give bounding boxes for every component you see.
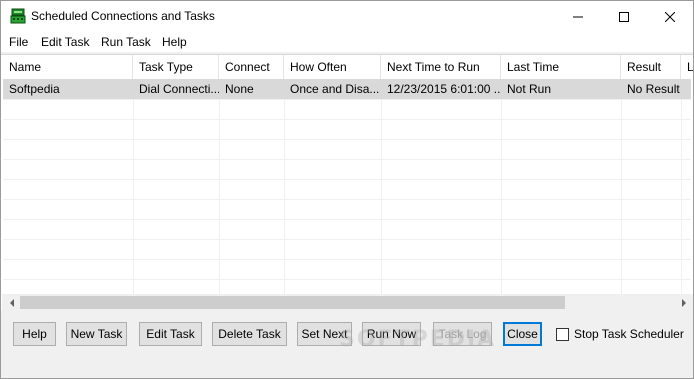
close-window-button[interactable] xyxy=(647,1,693,32)
close-icon xyxy=(665,11,675,22)
scroll-left-button[interactable] xyxy=(3,294,20,311)
grid-divider xyxy=(3,159,691,160)
grid-divider xyxy=(3,259,691,260)
grid-divider xyxy=(681,79,682,311)
grid-divider xyxy=(284,79,285,311)
minimize-button[interactable] xyxy=(555,1,601,32)
grid-divider xyxy=(3,99,691,100)
cell-last-time: Not Run xyxy=(507,82,552,96)
maximize-button[interactable] xyxy=(601,1,647,32)
horizontal-scrollbar[interactable] xyxy=(2,294,693,311)
grid-divider xyxy=(501,79,502,311)
close-button[interactable]: Close xyxy=(503,322,542,346)
cell-task-type: Dial Connecti... xyxy=(139,82,219,96)
menu-help[interactable]: Help xyxy=(162,35,187,49)
grid-divider xyxy=(621,79,622,311)
menu-bar: File Edit Task Run Task Help xyxy=(1,32,693,52)
cell-connect: None xyxy=(225,82,254,96)
menu-run-task[interactable]: Run Task xyxy=(101,35,151,49)
maximize-icon xyxy=(619,11,629,22)
help-button[interactable]: Help xyxy=(13,322,56,346)
task-list[interactable]: Name Task Type Connect How Often Next Ti… xyxy=(1,54,693,311)
grid-divider xyxy=(3,199,691,200)
chevron-right-icon xyxy=(681,298,686,307)
grid-divider xyxy=(219,79,220,311)
stop-task-scheduler-checkbox[interactable] xyxy=(556,327,569,341)
stop-task-scheduler-option[interactable]: Stop Task Scheduler xyxy=(556,327,684,341)
title-bar[interactable]: Scheduled Connections and Tasks xyxy=(1,1,693,32)
grid-divider xyxy=(381,79,382,311)
delete-task-button[interactable]: Delete Task xyxy=(212,322,287,346)
scrollbar-thumb[interactable] xyxy=(20,296,565,309)
menu-edit-task[interactable]: Edit Task xyxy=(41,35,89,49)
grid-divider xyxy=(3,179,691,180)
column-header-next-time[interactable]: Next Time to Run xyxy=(381,55,501,79)
cell-result: No Result xyxy=(627,82,680,96)
cell-how-often: Once and Disa... xyxy=(290,82,380,96)
cell-name: Softpedia xyxy=(9,82,60,96)
table-row[interactable]: Softpedia Dial Connecti... None Once and… xyxy=(3,79,691,99)
column-header-connect[interactable]: Connect xyxy=(219,55,284,79)
run-now-button[interactable]: Run Now xyxy=(362,322,421,346)
grid-divider xyxy=(3,219,691,220)
cell-next-time: 12/23/2015 6:01:00 ... xyxy=(387,82,501,96)
main-window: Scheduled Connections and Tasks File Edi… xyxy=(0,0,694,379)
column-header-last-time[interactable]: Last Time xyxy=(501,55,621,79)
grid-divider xyxy=(3,139,691,140)
stop-task-scheduler-label[interactable]: Stop Task Scheduler xyxy=(574,327,684,341)
grid-divider xyxy=(3,119,691,120)
chevron-left-icon xyxy=(9,298,14,307)
column-header-task-type[interactable]: Task Type xyxy=(133,55,219,79)
edit-task-button[interactable]: Edit Task xyxy=(139,322,202,346)
column-header-truncated[interactable]: L xyxy=(681,55,693,79)
menu-file[interactable]: File xyxy=(9,35,28,49)
grid-divider xyxy=(3,279,691,280)
grid-divider xyxy=(133,79,134,311)
task-log-button[interactable]: Task Log xyxy=(433,322,492,346)
minimize-icon xyxy=(573,16,583,17)
scroll-right-button[interactable] xyxy=(675,294,692,311)
column-header-result[interactable]: Result xyxy=(621,55,681,79)
column-header-how-often[interactable]: How Often xyxy=(284,55,381,79)
window-title: Scheduled Connections and Tasks xyxy=(31,9,215,23)
phone-modem-icon xyxy=(10,8,26,24)
new-task-button[interactable]: New Task xyxy=(66,322,127,346)
grid-divider xyxy=(3,239,691,240)
set-next-button[interactable]: Set Next xyxy=(297,322,352,346)
column-header-name[interactable]: Name xyxy=(3,55,133,79)
